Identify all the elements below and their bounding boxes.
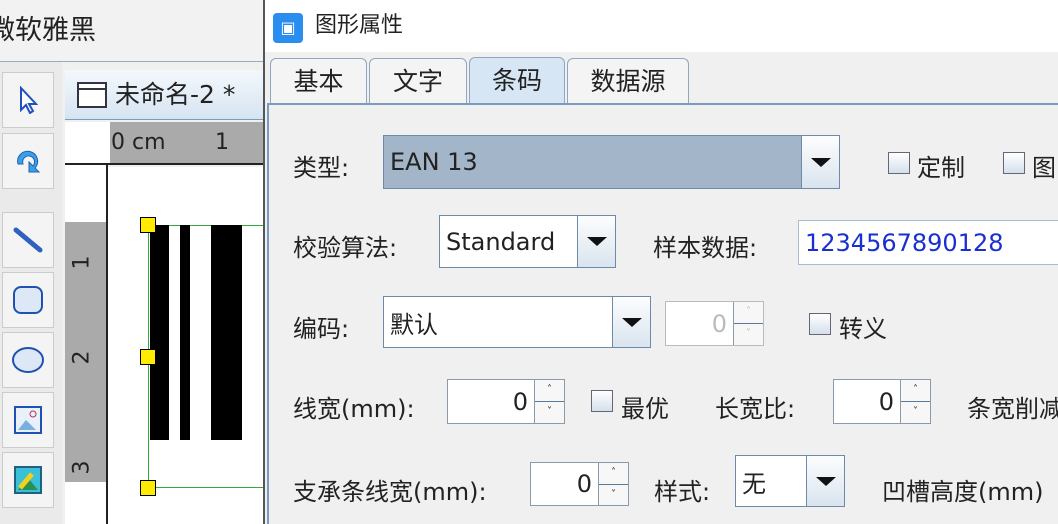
custom-checkbox[interactable]	[888, 152, 910, 174]
resize-handle[interactable]	[140, 217, 156, 233]
line-width-spinner[interactable]: 0 ˄ ˅	[447, 379, 565, 424]
bearer-width-spinner[interactable]: 0 ˄ ˅	[530, 462, 629, 506]
chevron-down-icon[interactable]	[806, 456, 844, 506]
rotate-icon	[17, 150, 41, 173]
encoding-spinner[interactable]: 0 ˄ ˅	[665, 301, 764, 346]
chevron-down-icon[interactable]	[801, 136, 839, 188]
type-label: 类型:	[293, 154, 350, 182]
aspect-ratio-spinner[interactable]: 0 ˄ ˅	[833, 379, 931, 424]
tab-text[interactable]: 文字	[369, 58, 467, 103]
optimal-checkbox[interactable]	[591, 390, 613, 412]
barcode-bar	[150, 225, 169, 440]
resize-handle[interactable]	[140, 480, 156, 496]
tab-barcode[interactable]: 条码	[469, 57, 565, 104]
tab-basic[interactable]: 基本	[270, 58, 367, 103]
encoding-combobox[interactable]: 默认	[383, 296, 651, 348]
style-combobox[interactable]: 无	[735, 455, 845, 507]
image-icon	[14, 406, 42, 434]
tab-datasource[interactable]: 数据源	[567, 58, 689, 103]
picture-tool-button[interactable]	[2, 452, 54, 508]
cursor-icon	[20, 86, 38, 114]
rotate-tool-button[interactable]	[2, 133, 54, 189]
resize-handle[interactable]	[140, 349, 156, 365]
type-combobox[interactable]: EAN 13	[383, 135, 840, 189]
escape-checkbox[interactable]	[809, 313, 831, 335]
line-tool-button[interactable]	[2, 212, 54, 268]
vertical-ruler: 1 2 3	[65, 165, 108, 524]
graphic-checkbox[interactable]	[1003, 152, 1025, 174]
select-tool-button[interactable]	[2, 72, 54, 128]
rounded-rect-icon	[13, 286, 43, 314]
picture-icon	[14, 466, 42, 494]
line-icon	[13, 227, 43, 253]
horizontal-ruler: 0 cm 1	[65, 122, 263, 165]
graphic-properties-dialog: ▣ 图形属性 基本 文字 条码 数据源 类型: EAN 13 定制 图 校验算法…	[263, 0, 1058, 524]
ellipse-tool-button[interactable]	[2, 332, 54, 388]
dialog-title-bar: ▣ 图形属性	[265, 0, 1058, 52]
toolbox	[0, 62, 62, 524]
sample-data-input[interactable]: 1234567890128	[798, 220, 1058, 265]
document-tab[interactable]: 未命名-2 *	[65, 70, 263, 120]
barcode-bar	[211, 225, 242, 440]
chevron-down-icon[interactable]	[577, 216, 615, 267]
chevron-down-icon[interactable]	[612, 297, 650, 347]
rounded-rect-tool-button[interactable]	[2, 272, 54, 328]
check-algorithm-combobox[interactable]: Standard	[439, 215, 616, 268]
image-tool-button[interactable]	[2, 392, 54, 448]
window-icon	[77, 82, 107, 108]
barcode-bar	[180, 225, 190, 440]
app-logo-icon: ▣	[273, 13, 303, 43]
font-selector[interactable]: 微软雅黑	[0, 0, 263, 62]
ellipse-icon	[12, 347, 44, 373]
